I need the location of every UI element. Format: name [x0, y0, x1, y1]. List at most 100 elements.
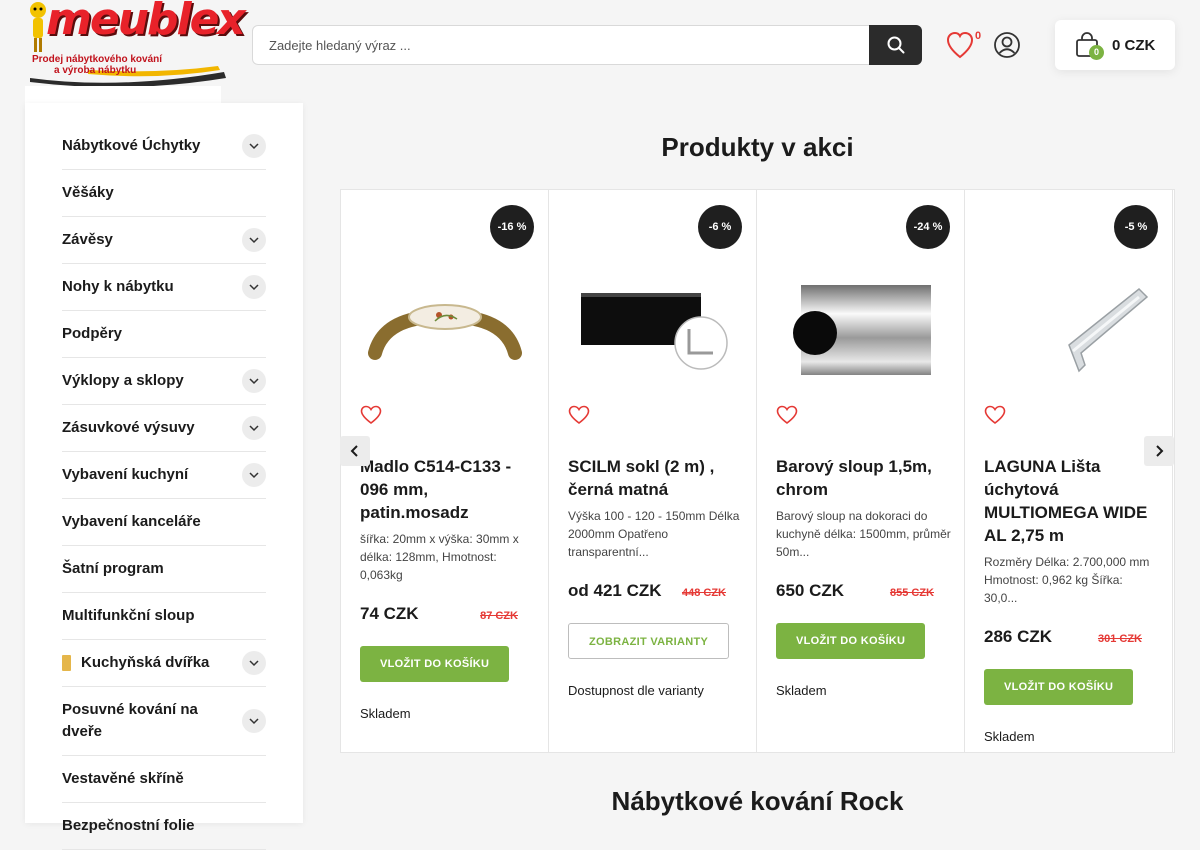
- price-row: od 421 CZK 448 CZK: [568, 579, 726, 605]
- product-name[interactable]: Barový sloup 1,5m, chrom: [776, 455, 951, 501]
- add-to-wishlist-icon[interactable]: [984, 405, 1006, 425]
- sidebar-item-label: Šatní program: [62, 560, 164, 577]
- old-price: 301 CZK: [1097, 633, 1142, 645]
- product-image[interactable]: [777, 250, 945, 400]
- logo-tagline: Prodej nábytkového kování a výroba nábyt…: [32, 54, 192, 76]
- search-icon: [887, 36, 904, 54]
- product-image[interactable]: [361, 250, 529, 400]
- sidebar-item-label: Věšáky: [62, 184, 114, 201]
- sidebar-item[interactable]: Multifunkční sloup: [62, 593, 266, 640]
- add-to-wishlist-icon[interactable]: [568, 405, 590, 425]
- product-name[interactable]: Madlo C514-C133 - 096 mm, patin.mosadz: [360, 455, 535, 524]
- availability: Skladem: [984, 729, 1035, 744]
- product-description: Výška 100 - 120 - 150mm Délka 2000mm Opa…: [568, 509, 740, 559]
- expand-chevron-button[interactable]: [242, 275, 266, 299]
- expand-chevron-button[interactable]: [242, 651, 266, 675]
- sidebar-item[interactable]: Nábytkové Úchytky: [62, 123, 266, 170]
- discount-badge: -16 %: [490, 205, 534, 249]
- product-action-button[interactable]: VLOŽIT DO KOŠÍKU: [360, 646, 510, 682]
- expand-chevron-button[interactable]: [242, 416, 266, 440]
- wishlist-count: 0: [975, 30, 982, 42]
- chevron-down-icon: [249, 283, 259, 290]
- sidebar-item-label: Posuvné kování na dveře: [62, 701, 198, 740]
- price-row: 650 CZK 855 CZK: [776, 579, 934, 605]
- product-action-button[interactable]: ZOBRAZIT VARIANTY: [568, 623, 730, 659]
- sidebar-item[interactable]: Kuchyňská dvířka: [62, 640, 266, 687]
- sidebar-item-label: Vybavení kanceláře: [62, 513, 201, 530]
- discount-badge: -6 %: [698, 205, 742, 249]
- sidebar-item-label: Multifunkční sloup: [62, 607, 195, 624]
- product-card[interactable]: -6 % SCILM sokl (2 m) , černá matná Výška …: [549, 190, 757, 752]
- logo[interactable]: meublex Prodej nábytkového kování a výro…: [24, 0, 246, 86]
- old-price: 87 CZK: [480, 610, 518, 622]
- discount-badge: -24 %: [906, 205, 950, 249]
- product-image[interactable]: [985, 250, 1153, 400]
- sidebar-item-label: Podpěry: [62, 325, 123, 342]
- product-price: 650 CZK: [776, 581, 845, 600]
- carousel-prev-button[interactable]: [340, 436, 370, 466]
- expand-chevron-button[interactable]: [242, 369, 266, 393]
- sidebar-item[interactable]: Věšáky: [62, 170, 266, 217]
- sidebar-item-label: Výklopy a sklopy: [62, 372, 184, 389]
- product-description: šířka: 20mm x výška: 30mm x délka: 128mm…: [360, 532, 519, 582]
- sidebar-item-label: Kuchyňská dvířka: [81, 654, 210, 671]
- sidebar-item-label: Závěsy: [62, 231, 113, 248]
- add-to-wishlist-icon[interactable]: [360, 405, 382, 425]
- carousel-next-button[interactable]: [1144, 436, 1174, 466]
- logo-tagline-1: Prodej nábytkového kování: [32, 54, 163, 65]
- add-to-wishlist-icon[interactable]: [776, 405, 798, 425]
- sidebar-item[interactable]: Závěsy: [62, 217, 266, 264]
- product-price: od 421 CZK: [568, 581, 662, 600]
- chevron-down-icon: [249, 236, 259, 243]
- product-description: Barový sloup na dokoraci do kuchyně délk…: [776, 509, 951, 559]
- bar-pole-image: [793, 285, 931, 375]
- cart-total: 0 CZK: [1112, 37, 1156, 54]
- search-input[interactable]: [253, 26, 870, 64]
- sidebar-item[interactable]: Výklopy a sklopy: [62, 358, 266, 405]
- expand-chevron-button[interactable]: [242, 134, 266, 158]
- availability: Skladem: [360, 706, 411, 721]
- search-button[interactable]: [869, 25, 922, 65]
- expand-chevron-button[interactable]: [242, 463, 266, 487]
- search-bar: [252, 25, 922, 65]
- chevron-left-icon: [350, 445, 358, 457]
- sidebar-item[interactable]: Vestavěné skříně: [62, 756, 266, 803]
- sidebar-item[interactable]: Podpěry: [62, 311, 266, 358]
- category-sidebar: Nábytkové Úchytky Věšáky Závěsy Nohy k náby…: [25, 103, 303, 850]
- sidebar-item[interactable]: Vybavení kanceláře: [62, 499, 266, 546]
- header: meublex Prodej nábytkového kování a výro…: [0, 0, 1200, 90]
- product-action-button[interactable]: VLOŽIT DO KOŠÍKU: [776, 623, 926, 659]
- sidebar-item[interactable]: Nohy k nábytku: [62, 264, 266, 311]
- section-title: Produkty v akci: [661, 132, 854, 162]
- plinth-image: [581, 293, 728, 370]
- product-image[interactable]: [569, 250, 737, 400]
- availability: Skladem: [776, 683, 827, 698]
- sidebar-item-label: Vestavěné skříně: [62, 770, 184, 787]
- product-card[interactable]: -5 % LAGUNA Lišta úchytová MULTIOMEGA WID…: [965, 190, 1173, 752]
- chevron-down-icon: [249, 471, 259, 478]
- sidebar-tab: [25, 86, 221, 104]
- product-action-button[interactable]: VLOŽIT DO KOŠÍKU: [984, 669, 1134, 705]
- sidebar-item[interactable]: Bezpečnostní folie: [62, 803, 266, 850]
- next-section-title: Nábytkové kování Rock: [611, 786, 904, 816]
- product-price: 286 CZK: [984, 627, 1053, 646]
- product-name[interactable]: LAGUNA Lišta úchytová MULTIOMEGA WIDE AL…: [984, 455, 1159, 547]
- product-card[interactable]: -16 % Madlo C514-C133 - 096 mm, patin.mos…: [341, 190, 549, 752]
- product-name[interactable]: SCILM sokl (2 m) , černá matná: [568, 455, 743, 501]
- availability: Dostupnost dle varianty: [568, 683, 704, 698]
- sidebar-item[interactable]: Zásuvkové výsuvy: [62, 405, 266, 452]
- cart-button[interactable]: 0 0 CZK: [1055, 20, 1175, 70]
- handle-image: [368, 304, 522, 360]
- account-icon[interactable]: [993, 31, 1021, 59]
- chevron-down-icon: [249, 424, 259, 431]
- expand-chevron-button[interactable]: [242, 709, 266, 733]
- product-card[interactable]: -24 % Barový sloup 1,5m, chrom Barový slou…: [757, 190, 965, 752]
- expand-chevron-button[interactable]: [242, 228, 266, 252]
- old-price: 855 CZK: [889, 587, 934, 599]
- chevron-down-icon: [249, 142, 259, 149]
- sidebar-item[interactable]: Posuvné kování na dveře: [62, 687, 266, 756]
- sidebar-item[interactable]: Vybavení kuchyní: [62, 452, 266, 499]
- sidebar-item[interactable]: Šatní program: [62, 546, 266, 593]
- chevron-down-icon: [249, 659, 259, 666]
- old-price: 448 CZK: [681, 587, 726, 599]
